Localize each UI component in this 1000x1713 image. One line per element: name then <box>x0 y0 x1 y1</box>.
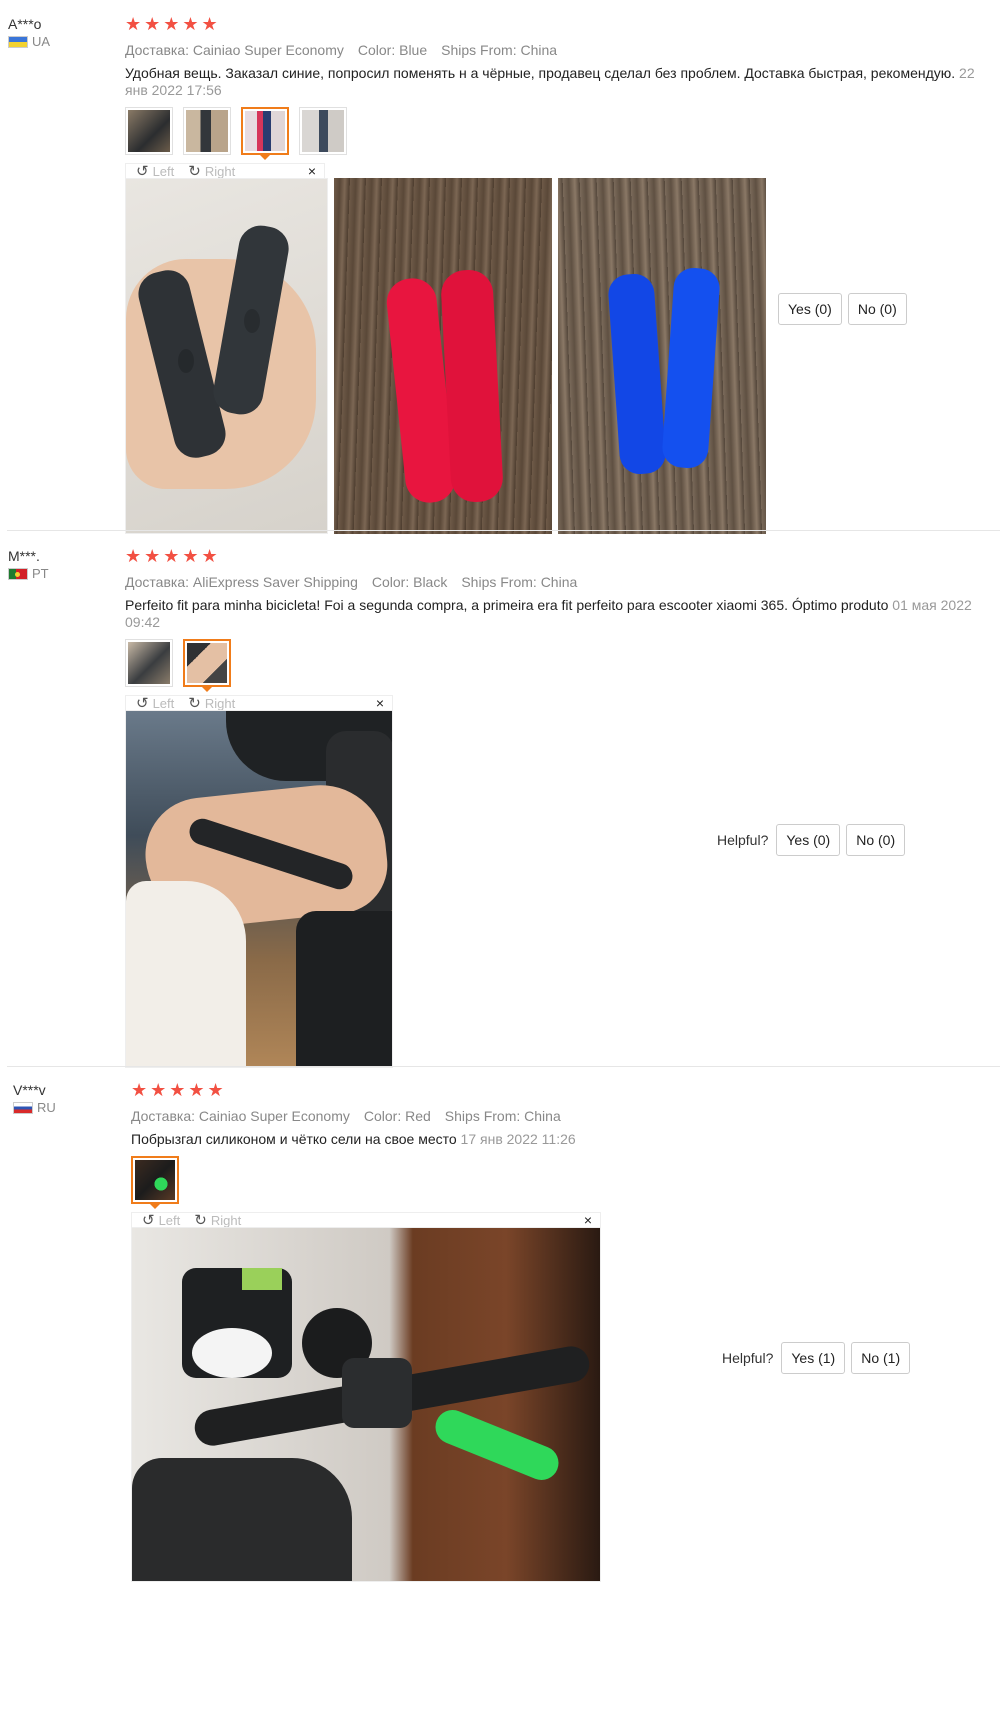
flag-ru-icon <box>13 1101 33 1114</box>
helpful-yes-button[interactable]: Yes (0) <box>776 824 841 856</box>
review-photo[interactable] <box>131 1227 601 1582</box>
shipping-method: Доставка: Cainiao Super Economy <box>125 42 344 58</box>
country-code: UA <box>32 34 51 49</box>
review-photo[interactable] <box>334 178 552 534</box>
photo-thumbnail[interactable] <box>299 107 347 155</box>
review-photos <box>131 1227 991 1582</box>
review-divider <box>7 1066 1000 1067</box>
photo-thumbnail-selected[interactable] <box>131 1156 179 1209</box>
image-viewer-toolbar: ↺ Left ↻ Right × <box>125 695 393 712</box>
photo-thumbnails <box>125 107 985 160</box>
product-color: Color: Red <box>363 1108 431 1124</box>
country-code: RU <box>37 1100 56 1115</box>
image-viewer-toolbar: ↺ Left ↻ Right × <box>131 1212 601 1229</box>
review-divider <box>7 530 1000 531</box>
helpful-yes-button[interactable]: Yes (0) <box>778 293 842 325</box>
ships-from: Ships From: China <box>444 1108 561 1124</box>
username: V***v <box>13 1082 46 1098</box>
country: UA <box>8 33 50 50</box>
review-text: Perfeito fit para minha bicicleta! Foi a… <box>125 597 985 631</box>
close-icon[interactable]: × <box>584 1212 592 1228</box>
close-icon[interactable]: × <box>376 695 384 711</box>
review-meta: Доставка: AliExpress Saver Shipping Colo… <box>125 574 985 590</box>
rotate-right-label: Right <box>210 1212 242 1228</box>
review-2: M***. PT ★★★★★ Доставка: AliExpress Save… <box>0 546 1000 1068</box>
helpful-votes: Helpful? Yes (1) No (1) <box>722 1342 911 1374</box>
helpful-votes: Yes (0) No (0) <box>770 293 907 325</box>
review-meta: Доставка: Cainiao Super Economy Color: B… <box>125 42 985 58</box>
review-body: Побрызгал силиконом и чётко сели на свое… <box>131 1131 457 1147</box>
review-text: Побрызгал силиконом и чётко сели на свое… <box>131 1131 991 1148</box>
star-rating: ★★★★★ <box>125 14 221 34</box>
rotate-right-label: Right <box>204 163 236 179</box>
photo-thumbnail-selected[interactable] <box>241 107 289 160</box>
review-content: ★★★★★ Доставка: AliExpress Saver Shippin… <box>125 546 985 1068</box>
review-photos <box>125 178 985 534</box>
helpful-label: Helpful? <box>722 1350 774 1366</box>
country-code: PT <box>32 566 49 581</box>
review-photos <box>125 710 985 1068</box>
ships-from: Ships From: China <box>441 42 558 58</box>
ships-from: Ships From: China <box>461 574 578 590</box>
helpful-no-button[interactable]: No (1) <box>851 1342 911 1374</box>
country: PT <box>8 565 49 582</box>
helpful-no-button[interactable]: No (0) <box>847 293 907 325</box>
flag-ua-icon <box>8 35 28 48</box>
review-user: M***. PT <box>8 548 49 582</box>
close-icon[interactable]: × <box>308 163 316 179</box>
helpful-no-button[interactable]: No (0) <box>846 824 906 856</box>
review-date: 17 янв 2022 11:26 <box>460 1131 576 1147</box>
helpful-yes-button[interactable]: Yes (1) <box>781 1342 846 1374</box>
photo-thumbnails <box>131 1156 991 1209</box>
review-content: ★★★★★ Доставка: Cainiao Super Economy Co… <box>131 1080 991 1582</box>
review-photo[interactable] <box>558 178 766 534</box>
country: RU <box>13 1099 56 1116</box>
review-user: A***o UA <box>8 16 50 50</box>
rotate-left-label: Left <box>152 695 175 711</box>
helpful-label: Helpful? <box>717 832 769 848</box>
review-user: V***v RU <box>13 1082 56 1116</box>
photo-thumbnail[interactable] <box>125 107 173 155</box>
review-body: Удобная вещь. Заказал синие, попросил по… <box>125 65 956 81</box>
review-content: ★★★★★ Доставка: Cainiao Super Economy Co… <box>125 14 985 534</box>
flag-pt-icon <box>8 567 28 580</box>
review-photo[interactable] <box>125 178 328 534</box>
photo-thumbnail-selected[interactable] <box>183 639 231 692</box>
star-rating: ★★★★★ <box>125 546 221 566</box>
shipping-method: Доставка: Cainiao Super Economy <box>131 1108 350 1124</box>
product-color: Color: Blue <box>357 42 428 58</box>
username: A***o <box>8 16 42 32</box>
rotate-left-label: Left <box>158 1212 181 1228</box>
helpful-votes: Helpful? Yes (0) No (0) <box>717 824 906 856</box>
review-body: Perfeito fit para minha bicicleta! Foi a… <box>125 597 889 613</box>
star-rating: ★★★★★ <box>131 1080 227 1100</box>
review-photo[interactable] <box>125 710 393 1068</box>
review-meta: Доставка: Cainiao Super Economy Color: R… <box>131 1108 991 1124</box>
review-3: V***v RU ★★★★★ Доставка: Cainiao Super E… <box>0 1080 1000 1713</box>
review-text: Удобная вещь. Заказал синие, попросил по… <box>125 65 985 99</box>
username: M***. <box>8 548 40 564</box>
review-1: A***o UA ★★★★★ Доставка: Cainiao Super E… <box>0 0 1000 580</box>
product-color: Color: Black <box>371 574 448 590</box>
shipping-method: Доставка: AliExpress Saver Shipping <box>125 574 358 590</box>
rotate-left-label: Left <box>152 163 175 179</box>
photo-thumbnail[interactable] <box>125 639 173 687</box>
photo-thumbnails <box>125 639 985 692</box>
image-viewer-toolbar: ↺ Left ↻ Right × <box>125 163 325 180</box>
photo-thumbnail[interactable] <box>183 107 231 155</box>
rotate-right-label: Right <box>204 695 236 711</box>
